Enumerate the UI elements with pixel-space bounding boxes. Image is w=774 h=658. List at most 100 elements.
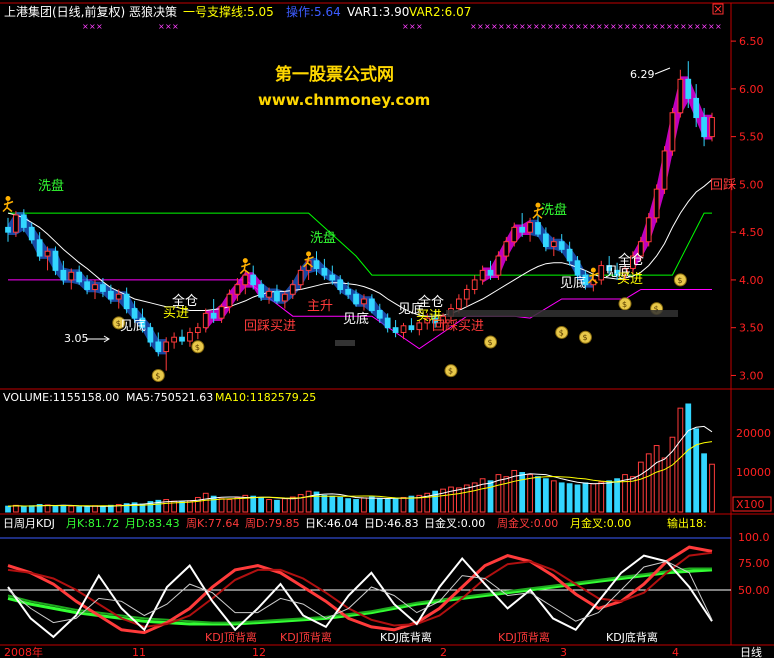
- signal-x-mark: ×: [96, 22, 103, 31]
- volume-bar-down: [60, 504, 67, 513]
- volume-bar-up: [361, 497, 367, 513]
- candle-up: [289, 284, 296, 295]
- candle-up: [218, 306, 225, 319]
- signal-x-mark: ×: [402, 22, 409, 31]
- volume-bar-down: [376, 497, 383, 513]
- candle-up: [471, 279, 478, 290]
- signal-x-mark: ×: [561, 22, 568, 31]
- candle-down: [274, 290, 280, 302]
- signal-x-mark: ×: [694, 22, 701, 31]
- candle-down: [5, 226, 11, 233]
- volume-bar-up: [226, 499, 233, 513]
- volume-bar-up: [598, 481, 605, 513]
- volume-bar-up: [68, 505, 75, 513]
- runner-icon: [242, 258, 248, 264]
- wash-label-1: 洗盘: [38, 178, 64, 194]
- volume-bar-up: [630, 476, 636, 513]
- signal-x-mark: ×: [477, 22, 484, 31]
- signal-x-mark: ×: [172, 22, 179, 31]
- volume-bar-up: [463, 484, 470, 513]
- money-bag-icon-glyph: $: [488, 338, 493, 347]
- candle-up: [92, 284, 98, 290]
- candle-down: [52, 250, 59, 271]
- candle-up: [68, 271, 75, 281]
- volume-bar-down: [274, 499, 280, 513]
- candle-down: [329, 274, 336, 281]
- wash-label-3: 洗盘: [541, 202, 567, 218]
- candle-up: [361, 298, 367, 305]
- candle-up: [400, 325, 407, 333]
- candle-down: [543, 233, 549, 247]
- wash-label-2: 洗盘: [310, 230, 336, 246]
- signal-markers: × × × × × × × × × × × × × × × × × × × × × × × × × × × × × × × × × × × × × × × ×…: [82, 22, 722, 31]
- money-bag-icon-glyph: $: [677, 276, 682, 285]
- kdj-divergence-2: KDJ顶背离: [280, 630, 332, 644]
- signal-x-mark: ×: [582, 22, 589, 31]
- money-bag-icon-glyph: $: [559, 328, 564, 337]
- candle-down: [36, 239, 43, 257]
- signal-x-mark: ×: [82, 22, 89, 31]
- operation-label: 操作:5.64: [286, 4, 341, 19]
- kdj-day-d: 日D:46.83: [364, 517, 419, 530]
- volume-label: VOLUME:1155158.00: [3, 391, 119, 404]
- kdj-divergence-1: KDJ顶背离: [205, 630, 257, 644]
- high-price-label: 6.29: [630, 68, 655, 81]
- candle-down: [131, 308, 138, 319]
- signal-x-mark: ×: [680, 22, 687, 31]
- signal-x-mark: ×: [673, 22, 680, 31]
- volume-bar-up: [305, 490, 312, 513]
- candle-up: [677, 78, 684, 114]
- volume-bar-down: [20, 506, 27, 513]
- candle-down: [685, 78, 692, 99]
- candle-up: [187, 331, 193, 342]
- candle-down: [368, 298, 375, 311]
- candle-down: [535, 222, 541, 235]
- volume-bar-down: [574, 484, 581, 513]
- kdj-day-k: 日K:46.04: [305, 517, 358, 530]
- candle-up: [202, 312, 209, 329]
- signal-x-mark: ×: [631, 22, 638, 31]
- signal-x-mark: ×: [498, 22, 505, 31]
- signal-x-mark: ×: [701, 22, 708, 31]
- signal-x-mark: ×: [666, 22, 673, 31]
- signal-x-mark: ×: [526, 22, 533, 31]
- candle-up: [653, 188, 660, 219]
- signal-x-mark: ×: [491, 22, 498, 31]
- candle-up: [115, 293, 122, 300]
- bottom-label-4: 见底: [560, 275, 586, 291]
- candle-up: [13, 214, 19, 233]
- signal-x-mark: ×: [540, 22, 547, 31]
- support-line-label: 一号支撑线:5.05: [183, 4, 274, 19]
- candle-down: [20, 214, 27, 228]
- chart-title: 上港集团(日线,前复权) 恶狼决策: [4, 4, 177, 19]
- candle-down: [100, 284, 106, 292]
- var1-label: VAR1:3.90: [347, 5, 409, 19]
- stock-chart[interactable]: 上港集团(日线,前复权) 恶狼决策 一号支撑线:5.05 操作:5.64 VAR…: [0, 0, 774, 658]
- volume-bar-up: [503, 476, 510, 513]
- money-bag-icon-glyph: $: [155, 371, 160, 380]
- signal-x-mark: ×: [645, 22, 652, 31]
- candle-down: [76, 271, 83, 283]
- candle-down: [147, 327, 154, 343]
- signal-x-mark: ×: [687, 22, 694, 31]
- full-position-label-3: 全仓: [618, 252, 644, 268]
- volume-bar-down: [543, 478, 549, 513]
- kdj-month-k: 月K:81.72: [66, 517, 119, 530]
- x-axis-label-3: 3: [560, 646, 567, 658]
- signal-x-mark: ×: [624, 22, 631, 31]
- volume-bar-up: [218, 498, 225, 513]
- candle-down: [701, 117, 707, 138]
- volume-bar-down: [519, 472, 526, 513]
- pullback-buy-label-2: 回踩买进: [432, 319, 484, 334]
- signal-x-mark: ×: [547, 22, 554, 31]
- volume-bar-up: [266, 499, 272, 513]
- volume-bar-down: [606, 480, 613, 513]
- signal-x-mark: ×: [505, 22, 512, 31]
- candle-up: [463, 288, 470, 300]
- volume-ma5-label: MA5:750521.63: [126, 391, 213, 404]
- volume-bar-down: [392, 498, 399, 513]
- kdj-month-d: 月D:83.43: [125, 517, 180, 530]
- signal-x-mark: ×: [708, 22, 715, 31]
- volume-bar-down: [368, 496, 375, 513]
- kdj-week-d: 周D:79.85: [245, 517, 300, 530]
